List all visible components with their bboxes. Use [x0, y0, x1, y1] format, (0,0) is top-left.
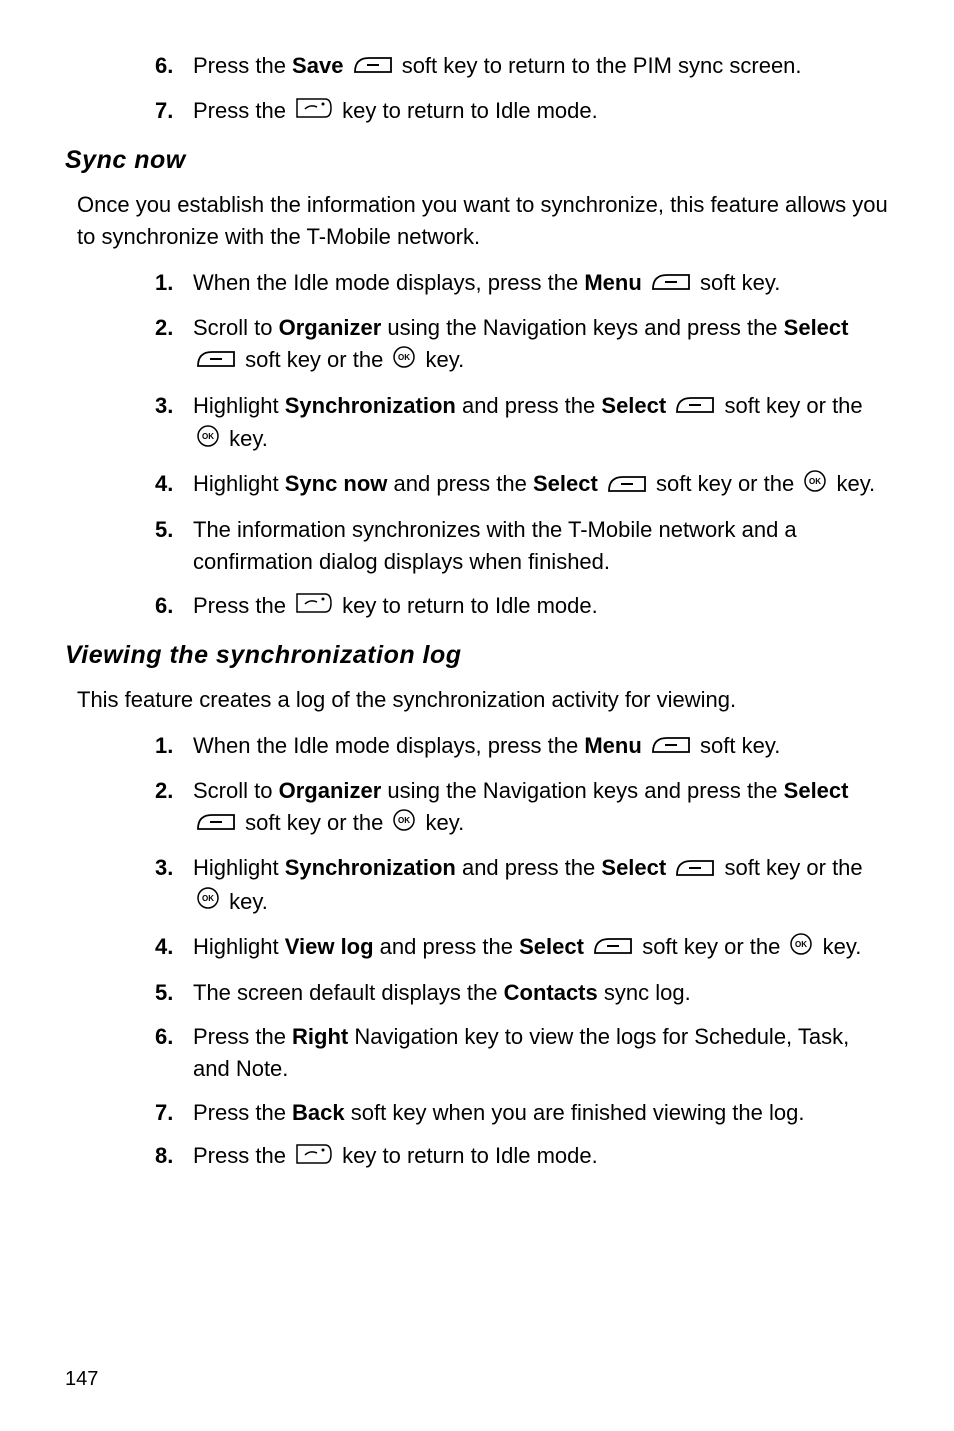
list-number: 3. — [155, 390, 193, 422]
list-item: 5. The screen default displays the Conta… — [155, 977, 889, 1009]
svg-text:OK: OK — [202, 432, 214, 441]
svg-text:OK: OK — [398, 816, 410, 825]
top-list: 6. Press the Save soft key to return to … — [65, 50, 889, 128]
list-item: 1. When the Idle mode displays, press th… — [155, 730, 889, 763]
svg-text:OK: OK — [202, 894, 214, 903]
softkey-icon — [607, 470, 647, 502]
list-number: 3. — [155, 852, 193, 884]
list-text: Highlight Synchronization and press the … — [193, 852, 889, 919]
list-text: Scroll to Organizer using the Navigation… — [193, 312, 889, 378]
svg-text:OK: OK — [398, 353, 410, 362]
list-number: 4. — [155, 468, 193, 500]
ok-key-icon: OK — [196, 886, 220, 919]
ok-key-icon: OK — [196, 424, 220, 457]
svg-text:OK: OK — [809, 477, 821, 486]
list-text: When the Idle mode displays, press the M… — [193, 267, 889, 300]
document-page: 6. Press the Save soft key to return to … — [0, 0, 954, 1431]
softkey-icon — [675, 391, 715, 423]
list-item: 7. Press the Back soft key when you are … — [155, 1097, 889, 1129]
list-text: Highlight Sync now and press the Select … — [193, 468, 889, 502]
ok-key-icon: OK — [392, 808, 416, 841]
list-number: 1. — [155, 267, 193, 299]
list-number: 1. — [155, 730, 193, 762]
list-item: 2. Scroll to Organizer using the Navigat… — [155, 775, 889, 841]
list-number: 6. — [155, 50, 193, 82]
section-heading-sync-now: Sync now — [65, 146, 889, 175]
list-item: 3. Highlight Synchronization and press t… — [155, 852, 889, 919]
list-text: Press the key to return to Idle mode. — [193, 590, 889, 623]
list-item: 7. Press the key to return to Idle mode. — [155, 95, 889, 128]
list-text: The information synchronizes with the T-… — [193, 514, 889, 578]
list-item: 4. Highlight Sync now and press the Sele… — [155, 468, 889, 502]
ok-key-icon: OK — [803, 469, 827, 502]
softkey-icon — [353, 51, 393, 83]
list-number: 8. — [155, 1140, 193, 1172]
end-key-icon — [295, 96, 333, 128]
list-text: Press the key to return to Idle mode. — [193, 1140, 889, 1173]
softkey-icon — [651, 268, 691, 300]
list-number: 6. — [155, 1021, 193, 1053]
softkey-icon — [651, 731, 691, 763]
list-number: 5. — [155, 514, 193, 546]
list-item: 5. The information synchronizes with the… — [155, 514, 889, 578]
list-item: 6. Press the Right Navigation key to vie… — [155, 1021, 889, 1085]
list-number: 5. — [155, 977, 193, 1009]
list-item: 6. Press the Save soft key to return to … — [155, 50, 889, 83]
intro-paragraph: Once you establish the information you w… — [65, 189, 889, 253]
list-item: 2. Scroll to Organizer using the Navigat… — [155, 312, 889, 378]
intro-paragraph: This feature creates a log of the synchr… — [65, 684, 889, 716]
list-text: Press the Back soft key when you are fin… — [193, 1097, 889, 1129]
list-item: 6. Press the key to return to Idle mode. — [155, 590, 889, 623]
softkey-icon — [196, 345, 236, 377]
list-text: Scroll to Organizer using the Navigation… — [193, 775, 889, 841]
list-item: 4. Highlight View log and press the Sele… — [155, 931, 889, 965]
list-number: 7. — [155, 95, 193, 127]
list-text: Highlight Synchronization and press the … — [193, 390, 889, 457]
list-text: Press the Save soft key to return to the… — [193, 50, 889, 83]
list-text: The screen default displays the Contacts… — [193, 977, 889, 1009]
list-number: 4. — [155, 931, 193, 963]
list-item: 1. When the Idle mode displays, press th… — [155, 267, 889, 300]
page-number: 147 — [65, 1368, 98, 1391]
sync-now-list: 1. When the Idle mode displays, press th… — [65, 267, 889, 623]
list-item: 3. Highlight Synchronization and press t… — [155, 390, 889, 457]
list-text: Press the Right Navigation key to view t… — [193, 1021, 889, 1085]
view-log-list: 1. When the Idle mode displays, press th… — [65, 730, 889, 1174]
softkey-icon — [593, 932, 633, 964]
list-item: 8. Press the key to return to Idle mode. — [155, 1140, 889, 1173]
softkey-icon — [196, 808, 236, 840]
list-number: 6. — [155, 590, 193, 622]
list-number: 2. — [155, 775, 193, 807]
ok-key-icon: OK — [789, 932, 813, 965]
list-text: Highlight View log and press the Select … — [193, 931, 889, 965]
list-number: 7. — [155, 1097, 193, 1129]
end-key-icon — [295, 1142, 333, 1174]
list-text: Press the key to return to Idle mode. — [193, 95, 889, 128]
ok-key-icon: OK — [392, 345, 416, 378]
section-heading-view-log: Viewing the synchronization log — [65, 641, 889, 670]
list-number: 2. — [155, 312, 193, 344]
end-key-icon — [295, 591, 333, 623]
softkey-icon — [675, 854, 715, 886]
list-text: When the Idle mode displays, press the M… — [193, 730, 889, 763]
svg-text:OK: OK — [795, 940, 807, 949]
